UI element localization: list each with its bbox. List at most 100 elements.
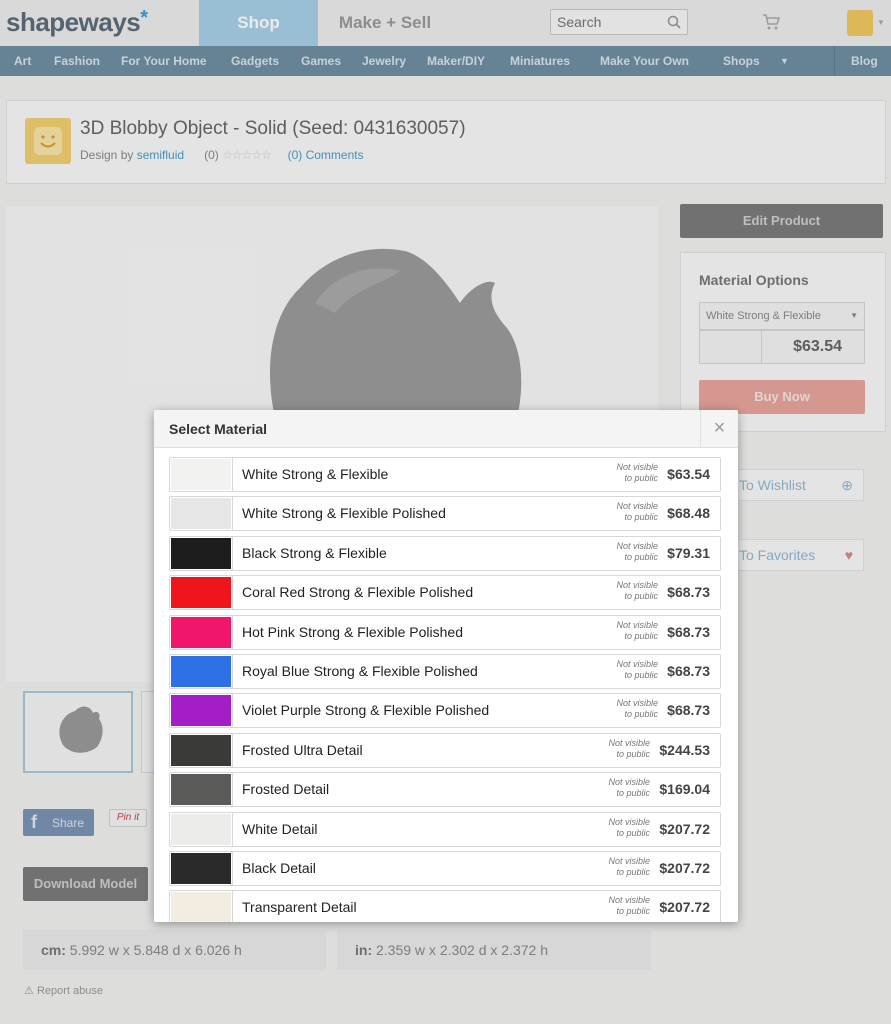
select-material-modal: Select Material × White Strong & Flexibl…: [154, 410, 738, 922]
material-name: Coral Red Strong & Flexible Polished: [242, 584, 474, 601]
divider: [232, 891, 233, 922]
visibility-line-1: Not visible: [616, 698, 658, 709]
material-name: Hot Pink Strong & Flexible Polished: [242, 623, 463, 640]
material-price: $169.04: [659, 781, 710, 798]
material-price: $68.73: [667, 623, 710, 640]
visibility-status: Not visible to public: [598, 777, 650, 799]
visibility-line-2: to public: [624, 473, 658, 483]
material-price: $79.31: [667, 544, 710, 561]
visibility-line-1: Not visible: [608, 856, 650, 866]
material-name: Frosted Detail: [242, 781, 330, 798]
visibility-status: Not visible to public: [598, 856, 650, 878]
material-row[interactable]: Frosted Ultra Detail Not visible to public…: [169, 732, 721, 768]
visibility-line-2: to public: [616, 748, 650, 759]
visibility-line-1: Not visible: [616, 580, 658, 591]
visibility-line-2: to public: [616, 788, 650, 799]
material-row[interactable]: Black Strong & Flexible Not visible to pub…: [169, 535, 721, 571]
material-name: White Detail: [242, 820, 318, 837]
material-name: Black Strong & Flexible: [242, 544, 387, 561]
divider: [232, 615, 233, 649]
divider: [232, 852, 233, 885]
material-price: $68.48: [667, 505, 710, 522]
material-row[interactable]: Violet Purple Strong & Flexible Polished…: [169, 693, 721, 729]
visibility-line-2: to public: [624, 551, 658, 562]
divider: [232, 694, 233, 728]
material-name: Royal Blue Strong & Flexible Polished: [242, 663, 478, 679]
divider: [232, 458, 233, 491]
material-price: $68.73: [667, 663, 710, 679]
material-row[interactable]: White Strong & Flexible Not visible to pub…: [169, 457, 721, 492]
visibility-line-1: Not visible: [608, 737, 650, 748]
visibility-line-1: Not visible: [616, 619, 658, 630]
modal-title: Select Material: [169, 421, 268, 437]
visibility-line-2: to public: [624, 591, 658, 602]
visibility-status: Not visible to public: [606, 698, 658, 720]
material-price: $68.73: [667, 702, 710, 719]
material-swatch: [171, 498, 231, 530]
visibility-line-1: Not visible: [616, 501, 658, 512]
visibility-status: Not visible to public: [606, 659, 658, 681]
visibility-line-2: to public: [616, 827, 650, 838]
divider: [232, 812, 233, 846]
material-row[interactable]: Hot Pink Strong & Flexible Polished Not v…: [169, 614, 721, 650]
divider: [232, 497, 233, 531]
material-row[interactable]: Royal Blue Strong & Flexible Polished Not…: [169, 654, 721, 689]
visibility-status: Not visible to public: [606, 501, 658, 523]
visibility-line-2: to public: [624, 709, 658, 720]
material-row[interactable]: White Detail Not visible to public $207.72: [169, 811, 721, 847]
material-swatch: [171, 813, 231, 845]
visibility-line-1: Not visible: [616, 540, 658, 551]
visibility-line-2: to public: [624, 630, 658, 641]
material-name: Violet Purple Strong & Flexible Polished: [242, 702, 490, 719]
material-row[interactable]: White Strong & Flexible Polished Not visi…: [169, 496, 721, 532]
modal-header: Select Material ×: [154, 410, 738, 448]
visibility-status: Not visible to public: [606, 580, 658, 602]
material-name: White Strong & Flexible Polished: [242, 505, 446, 522]
material-price: $207.72: [659, 860, 710, 876]
material-swatch: [171, 892, 231, 922]
material-row[interactable]: Coral Red Strong & Flexible Polished Not …: [169, 575, 721, 611]
material-row[interactable]: Frosted Detail Not visible to public $169.0…: [169, 772, 721, 808]
visibility-line-1: Not visible: [608, 816, 650, 827]
visibility-line-1: Not visible: [616, 659, 658, 669]
material-price: $207.72: [659, 899, 710, 916]
close-icon[interactable]: ×: [700, 410, 738, 448]
visibility-line-1: Not visible: [608, 895, 650, 906]
material-name: White Strong & Flexible: [242, 466, 389, 482]
material-price: $207.72: [659, 820, 710, 837]
material-swatch: [171, 656, 231, 687]
divider: [232, 576, 233, 610]
visibility-line-2: to public: [616, 867, 650, 877]
material-swatch: [171, 537, 231, 569]
divider: [232, 733, 233, 767]
visibility-status: Not visible to public: [598, 895, 650, 917]
visibility-status: Not visible to public: [606, 462, 658, 484]
material-swatch: [171, 853, 231, 884]
material-swatch: [171, 459, 231, 490]
visibility-status: Not visible to public: [598, 817, 650, 839]
visibility-line-1: Not visible: [608, 777, 650, 788]
material-swatch: [171, 734, 231, 766]
material-name: Transparent Detail: [242, 899, 357, 916]
material-swatch: [171, 695, 231, 727]
visibility-line-2: to public: [624, 512, 658, 523]
visibility-line-1: Not visible: [616, 462, 658, 472]
visibility-status: Not visible to public: [606, 541, 658, 563]
material-name: Frosted Ultra Detail: [242, 741, 363, 758]
visibility-status: Not visible to public: [598, 738, 650, 760]
divider: [232, 655, 233, 688]
visibility-line-2: to public: [624, 670, 658, 680]
visibility-status: Not visible to public: [606, 620, 658, 642]
material-price: $68.73: [667, 584, 710, 601]
material-swatch: [171, 616, 231, 648]
material-price: $244.53: [659, 741, 710, 758]
material-name: Black Detail: [242, 860, 316, 876]
material-swatch: [171, 577, 231, 609]
divider: [232, 773, 233, 807]
material-row[interactable]: Transparent Detail Not visible to public $2…: [169, 890, 721, 922]
material-swatch: [171, 774, 231, 806]
divider: [232, 536, 233, 570]
material-price: $63.54: [667, 466, 710, 482]
material-row[interactable]: Black Detail Not visible to public $207.72: [169, 851, 721, 886]
visibility-line-2: to public: [616, 906, 650, 917]
